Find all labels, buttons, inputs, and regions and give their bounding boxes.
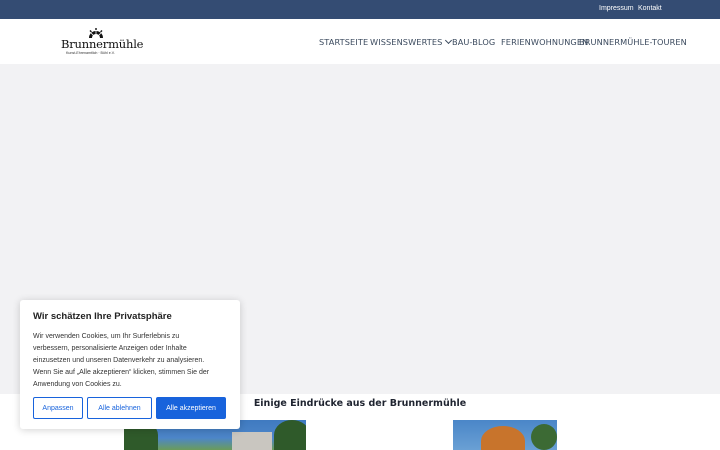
- logo-tagline: Kunst-Ehrenamtlich · Bühl e.V.: [66, 51, 115, 55]
- customize-button[interactable]: Anpassen: [33, 397, 83, 419]
- cookie-text: Wir verwenden Cookies, um Ihr Surferlebn…: [33, 331, 227, 391]
- photo-tree-shape: [531, 424, 557, 450]
- photo-sculpture-shape: [481, 426, 525, 450]
- photo-tree-shape: [274, 420, 306, 450]
- site-header: Brunnermühle Kunst-Ehrenamtlich · Bühl e…: [0, 19, 720, 64]
- accept-all-button[interactable]: Alle akzeptieren: [156, 397, 226, 419]
- cookie-text-line: einzusetzen und unseren Datenverkehr zu …: [33, 357, 205, 364]
- site-logo[interactable]: Brunnermühle Kunst-Ehrenamtlich · Bühl e…: [60, 27, 144, 59]
- impressum-link[interactable]: Impressum: [599, 5, 634, 12]
- nav-item-wissenswertes[interactable]: WISSENSWERTES: [370, 36, 453, 47]
- cookie-text-line: verbessern, personalisierte Anzeigen ode…: [33, 345, 187, 352]
- kontakt-link[interactable]: Kontakt: [638, 5, 662, 12]
- top-utility-bar: Impressum Kontakt: [0, 0, 720, 19]
- cookie-text-line: Wir verwenden Cookies, um Ihr Surferlebn…: [33, 333, 180, 340]
- nav-item-label: WISSENSWERTES: [370, 37, 443, 47]
- nav-item-bau-blog[interactable]: BAU-BLOG: [452, 37, 495, 47]
- nav-item-startseite[interactable]: STARTSEITE: [319, 37, 368, 47]
- reject-all-button[interactable]: Alle ablehnen: [87, 397, 152, 419]
- cookie-text-line: Anwendung von Cookies zu.: [33, 381, 122, 388]
- nav-item-touren[interactable]: BRUNNERMÜHLE-TOUREN: [579, 37, 687, 47]
- cookie-consent-dialog: Wir schätzen Ihre Privatsphäre Wir verwe…: [20, 300, 240, 429]
- nav-item-ferienwohnungen[interactable]: FERIENWOHNUNGEN: [501, 37, 588, 47]
- cookie-title: Wir schätzen Ihre Privatsphäre: [33, 311, 172, 322]
- cookie-text-line: Wenn Sie auf „Alle akzeptieren“ klicken,…: [33, 369, 210, 376]
- gallery-photo[interactable]: [453, 420, 557, 450]
- logo-brand-text: Brunnermühle: [61, 37, 144, 51]
- photo-house-shape: [232, 432, 272, 450]
